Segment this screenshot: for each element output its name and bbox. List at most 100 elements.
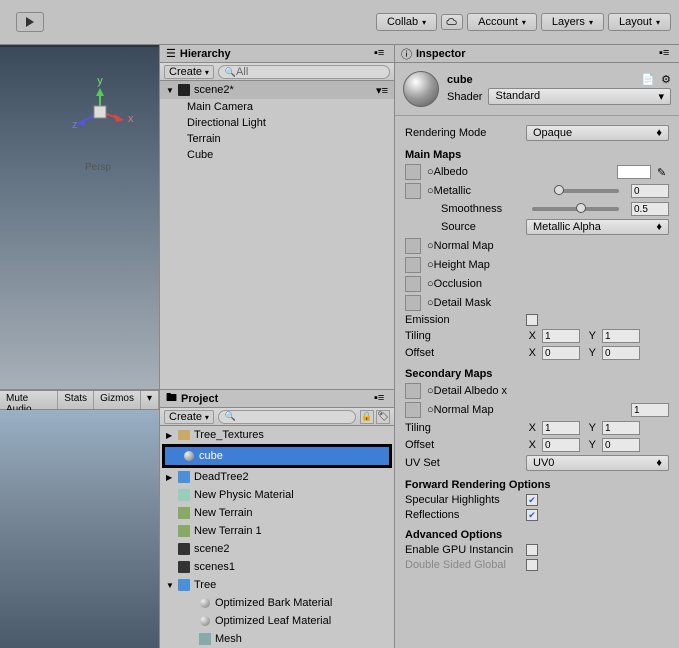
hierarchy-tab[interactable]: ☰ Hierarchy ▪≡	[160, 45, 394, 63]
metallic-texture-slot[interactable]	[405, 183, 421, 199]
filter-by-label-button[interactable]: 🏷	[376, 410, 390, 424]
project-search-input[interactable]: 🔍	[218, 410, 356, 424]
tiling-x-input[interactable]	[542, 329, 580, 343]
project-item[interactable]: ▼Tree	[160, 576, 394, 594]
hierarchy-create-button[interactable]: Create ▾	[164, 65, 214, 79]
chevron-down-icon[interactable]: ▼	[166, 86, 174, 95]
project-item[interactable]: Optimized Leaf Material	[160, 612, 394, 630]
tiling2-y-input[interactable]	[602, 421, 640, 435]
asset-icon	[177, 428, 191, 442]
project-item[interactable]: cube	[162, 444, 392, 468]
height-map-texture-slot[interactable]	[405, 257, 421, 273]
eyedropper-icon[interactable]: ✎	[657, 166, 669, 179]
hierarchy-item[interactable]: Terrain	[160, 131, 394, 147]
game-view[interactable]	[0, 410, 159, 648]
layout-button[interactable]: Layout▾	[608, 13, 671, 31]
offset2-x-input[interactable]	[542, 438, 580, 452]
shader-dropdown[interactable]: Standard▾	[488, 88, 671, 105]
expand-icon[interactable]: ▼	[166, 581, 174, 590]
account-label: Account	[478, 16, 518, 28]
offset2-y-input[interactable]	[602, 438, 640, 452]
uv-set-dropdown[interactable]: UV0♦	[526, 455, 669, 471]
hierarchy-menu-button[interactable]: ▪≡	[374, 47, 388, 61]
project-item[interactable]: New Physic Material	[160, 486, 394, 504]
project-item[interactable]: ▶ Tree_Textures	[160, 426, 394, 444]
scene-row[interactable]: ▼ scene2* ▾≡	[160, 81, 394, 99]
project-item[interactable]: Mesh	[160, 630, 394, 648]
project-item-label: Tree_Textures	[194, 429, 264, 441]
asset-icon	[177, 524, 191, 538]
offset-y-input[interactable]	[602, 346, 640, 360]
collab-button[interactable]: Collab▾	[376, 13, 437, 31]
asset-icon	[177, 488, 191, 502]
spec-highlights-checkbox[interactable]: ✔	[526, 494, 538, 506]
project-create-button[interactable]: Create ▾	[164, 410, 214, 424]
orientation-gizmo[interactable]: y x z	[70, 82, 130, 145]
hierarchy-item[interactable]: Main Camera	[160, 99, 394, 115]
play-button[interactable]	[16, 12, 44, 32]
project-item[interactable]: New Terrain	[160, 504, 394, 522]
normal-map2-texture-slot[interactable]	[405, 402, 421, 418]
offset-x-input[interactable]	[542, 346, 580, 360]
rendering-mode-dropdown[interactable]: Opaque♦	[526, 125, 669, 141]
mute-audio-button[interactable]: Mute Audio	[0, 391, 58, 409]
albedo-color-swatch[interactable]	[617, 165, 651, 179]
reflections-label: Reflections	[405, 509, 520, 521]
inspector-menu-button[interactable]: ▪≡	[659, 47, 673, 61]
albedo-texture-slot[interactable]	[405, 164, 421, 180]
settings-gear-icon[interactable]: ⚙	[661, 73, 671, 86]
stats-button[interactable]: Stats	[58, 391, 94, 409]
normal-map-texture-slot[interactable]	[405, 238, 421, 254]
hierarchy-item[interactable]: Directional Light	[160, 115, 394, 131]
project-item[interactable]: scene2	[160, 540, 394, 558]
project-item[interactable]: scenes1	[160, 558, 394, 576]
expand-icon[interactable]: ▶	[166, 431, 174, 440]
project-tree[interactable]: ▶ Tree_Texturescube ▶DeadTree2 New Physic M…	[160, 426, 394, 648]
project-item[interactable]: ▶DeadTree2	[160, 468, 394, 486]
account-button[interactable]: Account▾	[467, 13, 537, 31]
detail-albedo-texture-slot[interactable]	[405, 383, 421, 399]
smoothness-value-input[interactable]	[631, 202, 669, 216]
hierarchy-item[interactable]: Cube	[160, 147, 394, 163]
detail-albedo-label: ○Detail Albedo x	[427, 385, 507, 397]
tiling2-label: Tiling	[405, 422, 520, 434]
project-tab[interactable]: 🖿 Project ▪≡	[160, 390, 394, 408]
hierarchy-tree[interactable]: ▼ scene2* ▾≡ Main Camera Directional Lig…	[160, 81, 394, 389]
reflections-checkbox[interactable]: ✔	[526, 509, 538, 521]
project-item-label: cube	[199, 450, 223, 462]
inspector-icon: ⓘ	[401, 46, 412, 62]
gpu-instancing-checkbox[interactable]	[526, 544, 538, 556]
metallic-value-input[interactable]	[631, 184, 669, 198]
reference-button[interactable]: 📄	[641, 73, 655, 86]
collab-label: Collab	[387, 16, 418, 28]
metallic-slider[interactable]	[554, 189, 619, 193]
normal-map2-value-input[interactable]	[631, 403, 669, 417]
hierarchy-create-row: Create ▾ 🔍All	[160, 63, 394, 81]
project-item-label: New Terrain 1	[194, 525, 262, 537]
inspector-tab[interactable]: ⓘ Inspector ▪≡	[395, 45, 679, 63]
cloud-button[interactable]	[441, 14, 463, 30]
gpu-instancing-label: Enable GPU Instancin	[405, 544, 520, 556]
scene-menu-button[interactable]: ▾≡	[376, 84, 388, 97]
source-dropdown[interactable]: Metallic Alpha♦	[526, 219, 669, 235]
scene-view[interactable]: y x z Persp	[0, 45, 159, 390]
hierarchy-search-input[interactable]: 🔍All	[218, 65, 390, 79]
tiling2-x-input[interactable]	[542, 421, 580, 435]
layers-button[interactable]: Layers▾	[541, 13, 604, 31]
tiling-y-input[interactable]	[602, 329, 640, 343]
project-item[interactable]: New Terrain 1	[160, 522, 394, 540]
asset-icon	[198, 632, 212, 646]
expand-icon[interactable]: ▶	[166, 473, 174, 482]
detail-mask-texture-slot[interactable]	[405, 295, 421, 311]
gizmos-dropdown-button[interactable]: ▾	[141, 391, 159, 409]
gizmos-button[interactable]: Gizmos	[94, 391, 141, 409]
shader-label: Shader	[447, 91, 482, 103]
project-menu-button[interactable]: ▪≡	[374, 392, 388, 406]
emission-checkbox[interactable]	[526, 314, 538, 326]
filter-by-type-button[interactable]: 🔒	[360, 410, 374, 424]
smoothness-slider[interactable]	[532, 207, 619, 211]
occlusion-texture-slot[interactable]	[405, 276, 421, 292]
project-item[interactable]: Optimized Bark Material	[160, 594, 394, 612]
main-maps-header: Main Maps	[405, 149, 669, 161]
project-item-label: New Physic Material	[194, 489, 294, 501]
